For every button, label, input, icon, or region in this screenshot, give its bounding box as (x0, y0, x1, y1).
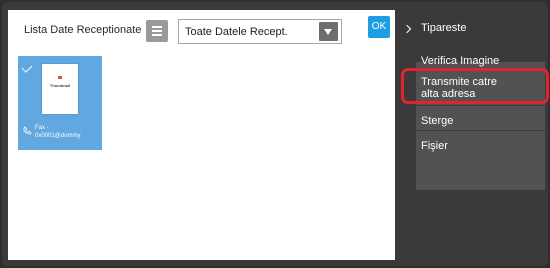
fax-label: Fax - (35, 125, 49, 131)
toolbar: Lista Date Receptionate Toate Datele Rec… (8, 10, 395, 52)
menu-divider (416, 130, 545, 131)
menu-item-file[interactable]: Fişier (421, 140, 448, 152)
app-window: Lista Date Receptionate Toate Datele Rec… (2, 2, 548, 266)
document-preview: Thumbnail (42, 64, 78, 114)
filter-select[interactable]: Toate Datele Recept. (178, 19, 342, 44)
menu-item-delete[interactable]: Sterge (421, 115, 453, 127)
filter-select-value: Toate Datele Recept. (185, 26, 288, 38)
fax-sender: Fax - 0x0001@dummy (35, 124, 80, 140)
highlight-box (401, 68, 549, 104)
list-title: Lista Date Receptionate (24, 24, 142, 36)
fax-address: 0x0001@dummy (35, 133, 81, 139)
fax-icon (23, 126, 32, 135)
list-icon (152, 26, 162, 28)
preview-label: Thumbnail (49, 83, 71, 88)
menu-item-check-image[interactable]: Verifica Imagine (421, 55, 499, 67)
check-icon (21, 62, 33, 73)
ok-button[interactable]: OK (368, 16, 390, 38)
list-view-button[interactable] (146, 20, 168, 42)
received-data-panel: Lista Date Receptionate Toate Datele Rec… (8, 10, 395, 260)
logo-mark (58, 76, 62, 79)
menu-divider (416, 105, 545, 106)
document-thumbnail[interactable]: Thumbnail Fax - 0x0001@dummy (18, 56, 102, 150)
chevron-right-icon[interactable] (402, 24, 412, 34)
list-icon-line (152, 30, 162, 32)
chevron-down-icon[interactable] (319, 22, 338, 41)
menu-item-print[interactable]: Tipareste (421, 22, 466, 34)
list-icon-line (152, 34, 162, 36)
action-panel: Tipareste Verifica Imagine Transmite cat… (395, 2, 548, 266)
